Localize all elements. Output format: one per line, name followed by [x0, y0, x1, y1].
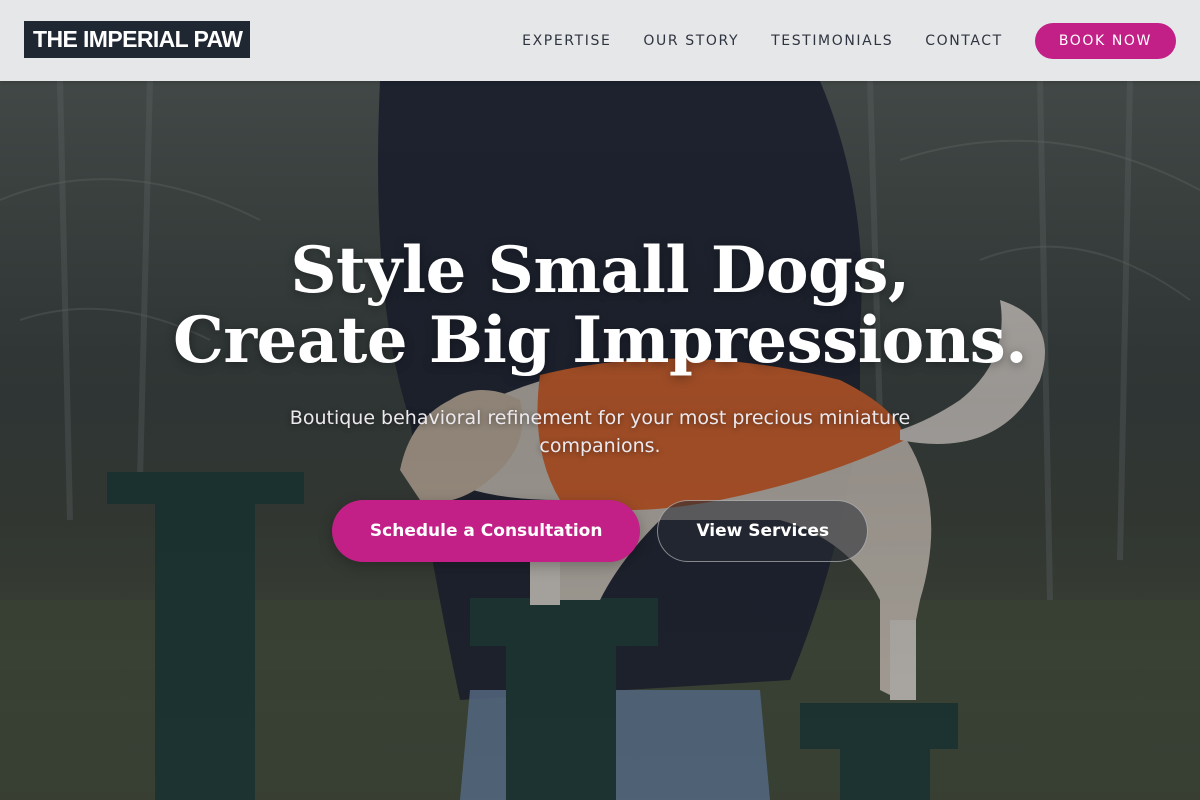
nav-link-contact[interactable]: CONTACT [925, 33, 1003, 49]
hero-headline-line2: Create Big Impressions. [172, 303, 1028, 378]
book-now-button[interactable]: BOOK NOW [1034, 22, 1176, 59]
main-nav: EXPERTISE OUR STORY TESTIMONIALS CONTACT… [522, 0, 1176, 81]
nav-link-testimonials[interactable]: TESTIMONIALS [771, 33, 893, 49]
hero-headline-line1: Style Small Dogs, [290, 233, 910, 308]
hero-subtitle: Boutique behavioral refinement for your … [289, 407, 911, 457]
site-header: THE IMPERIAL PAW EXPERTISE OUR STORY TES… [0, 0, 1200, 81]
nav-link-our-story[interactable]: OUR STORY [643, 33, 739, 49]
schedule-consultation-button[interactable]: Schedule a Consultation [331, 500, 641, 562]
hero-cta-row: Schedule a Consultation View Services [0, 500, 1200, 562]
view-services-button[interactable]: View Services [657, 500, 869, 562]
hero-content: Style Small Dogs, Create Big Impressions… [0, 236, 1200, 562]
hero-headline: Style Small Dogs, Create Big Impressions… [0, 236, 1200, 376]
site-logo[interactable]: THE IMPERIAL PAW [24, 21, 251, 58]
nav-link-expertise[interactable]: EXPERTISE [522, 33, 611, 49]
